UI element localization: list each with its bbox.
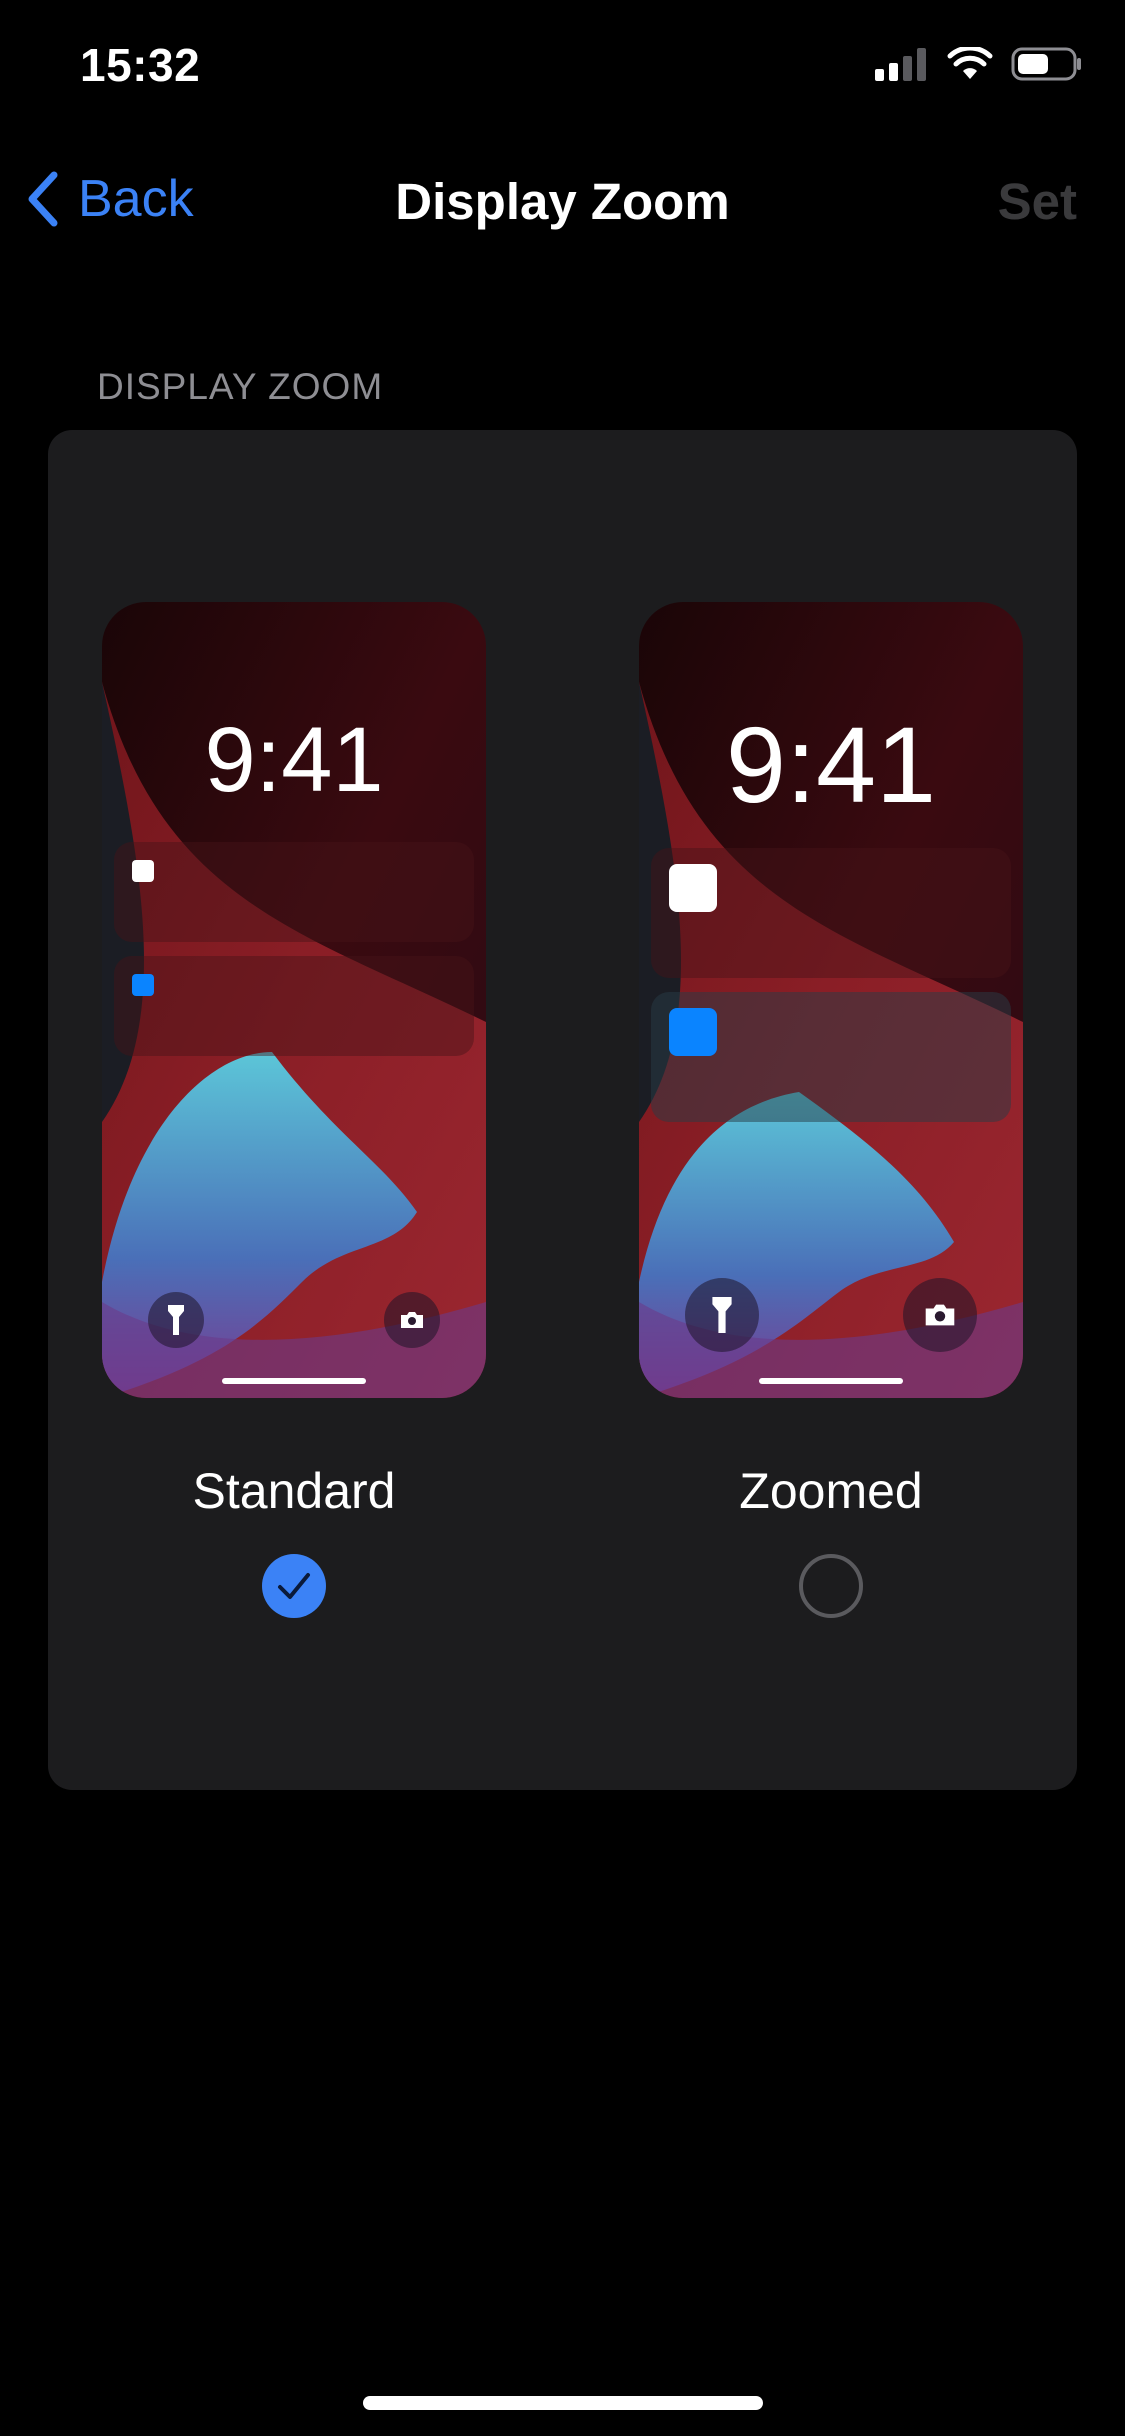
preview-notification — [651, 848, 1011, 978]
app-icon — [669, 1008, 717, 1056]
display-zoom-card: 9:41 9:41 Standard Zoomed — [48, 430, 1077, 1790]
standard-radio[interactable] — [262, 1554, 326, 1618]
screen: 15:32 Back Display Zoom Set DISPLAY ZOOM… — [0, 0, 1125, 2436]
navigation-bar: Back Display Zoom Set — [0, 150, 1125, 250]
status-time: 15:32 — [80, 39, 201, 91]
section-header: DISPLAY ZOOM — [97, 366, 384, 407]
camera-icon — [384, 1292, 440, 1348]
preview-notification — [114, 842, 474, 942]
app-icon — [132, 974, 154, 996]
option-label-standard[interactable]: Standard — [102, 1462, 486, 1520]
camera-icon — [903, 1278, 977, 1352]
preview-notification — [114, 956, 474, 1056]
option-label-zoomed[interactable]: Zoomed — [639, 1462, 1023, 1520]
preview-home-indicator — [222, 1378, 366, 1384]
preview-lock-time: 9:41 — [204, 709, 384, 811]
app-icon — [132, 860, 154, 882]
preview-notification — [651, 992, 1011, 1122]
preview-home-indicator — [759, 1378, 903, 1384]
zoomed-preview[interactable]: 9:41 — [639, 602, 1023, 1398]
battery-icon — [1011, 47, 1081, 81]
home-indicator — [363, 2396, 763, 2410]
status-icons — [875, 46, 1083, 82]
flashlight-icon — [148, 1292, 204, 1348]
app-icon — [669, 864, 717, 912]
flashlight-icon — [685, 1278, 759, 1352]
page-title: Display Zoom — [395, 173, 730, 230]
standard-preview[interactable]: 9:41 — [102, 602, 486, 1398]
preview-lock-time: 9:41 — [725, 704, 937, 825]
signal-icon — [875, 48, 926, 81]
wifi-icon — [947, 47, 993, 79]
zoomed-radio[interactable] — [799, 1554, 863, 1618]
set-button[interactable]: Set — [998, 172, 1077, 231]
checkmark-icon — [278, 1573, 310, 1599]
